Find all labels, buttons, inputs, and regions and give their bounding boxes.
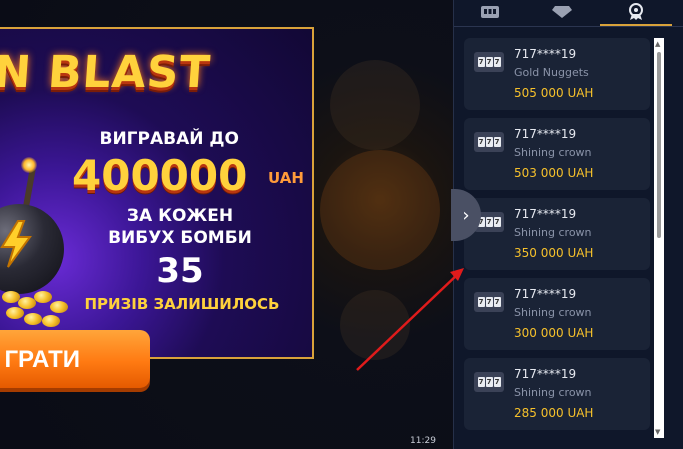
coin-icon (34, 291, 52, 303)
coin-icon (24, 313, 42, 325)
promo-win-up-to: ВИГРАВАЙ ДО (99, 129, 240, 149)
list-item[interactable]: 777 717****19 Gold Nuggets 505 000 UAH (464, 38, 650, 110)
scroll-down-icon[interactable]: ▼ (655, 428, 660, 436)
chevron-right-icon: › (462, 204, 470, 226)
scrollbar[interactable]: ▲ ▼ (654, 38, 664, 438)
winner-user: 717****19 (514, 127, 577, 141)
list-item[interactable]: 777 717****19 Shining crown 300 000 UAH (464, 278, 650, 350)
lightning-icon (0, 220, 32, 268)
prizes-count: 35 (156, 251, 204, 291)
coin-icon (6, 307, 24, 319)
promo-title: N BLAST (0, 47, 213, 98)
blurred-game-icon (340, 290, 410, 360)
blurred-game-icon (320, 150, 440, 270)
promo-each-explosion: ЗА КОЖЕН ВИБУХ БОМБИ (90, 205, 270, 249)
panel-tabs (454, 0, 683, 27)
winner-amount: 300 000 UAH (514, 326, 594, 340)
scrollbar-thumb[interactable] (657, 52, 661, 238)
winner-user: 717****19 (514, 287, 577, 301)
scroll-up-icon[interactable]: ▲ (655, 40, 660, 48)
tab-awards[interactable] (600, 0, 672, 26)
winner-user: 717****19 (514, 367, 577, 381)
coin-icon (18, 297, 36, 309)
tab-diamond[interactable] (526, 0, 598, 24)
slot-game-icon: 777 (474, 52, 504, 72)
winner-game: Shining crown (514, 386, 592, 399)
tab-slots[interactable] (454, 0, 526, 24)
winner-amount: 505 000 UAH (514, 86, 594, 100)
blurred-game-icon (330, 60, 420, 150)
winners-panel: 777 717****19 Gold Nuggets 505 000 UAH 7… (453, 0, 683, 449)
winner-user: 717****19 (514, 47, 577, 61)
winner-game: Shining crown (514, 226, 592, 239)
spark-icon (21, 157, 37, 173)
winner-amount: 503 000 UAH (514, 166, 594, 180)
list-item[interactable]: 777 717****19 Shining crown 503 000 UAH (464, 118, 650, 190)
promo-each-line1: ЗА КОЖЕН (126, 206, 234, 226)
slot-game-icon: 777 (474, 132, 504, 152)
slot-game-icon: 777 (474, 372, 504, 392)
prizes-left-label: ПРИЗІВ ЗАЛИШИЛОСЬ (84, 295, 280, 313)
coin-icon (50, 301, 68, 313)
winner-amount: 285 000 UAH (514, 406, 594, 420)
winner-amount: 350 000 UAH (514, 246, 594, 260)
award-icon (629, 3, 643, 20)
winner-game: Shining crown (514, 146, 592, 159)
slot-game-icon: 777 (474, 292, 504, 312)
promo-banner[interactable]: N BLAST ВИГРАВАЙ ДО 400000 UAH ЗА КОЖЕН … (0, 27, 314, 359)
promo-each-line2: ВИБУХ БОМБИ (108, 228, 252, 248)
diamond-icon (552, 6, 572, 18)
slot-machine-icon (481, 6, 499, 18)
winners-list: 777 717****19 Gold Nuggets 505 000 UAH 7… (464, 38, 652, 438)
winner-game: Shining crown (514, 306, 592, 319)
winner-game: Gold Nuggets (514, 66, 589, 79)
coin-icon (42, 315, 60, 327)
list-item[interactable]: 777 717****19 Shining crown 285 000 UAH (464, 358, 650, 430)
promo-currency: UAH (268, 169, 304, 187)
promo-amount: 400000 (72, 151, 248, 200)
winner-user: 717****19 (514, 207, 577, 221)
list-item[interactable]: 777 717****19 Shining crown 350 000 UAH (464, 198, 650, 270)
play-button[interactable]: ГРАТИ (0, 330, 150, 388)
clock: 11:29 (410, 436, 436, 446)
